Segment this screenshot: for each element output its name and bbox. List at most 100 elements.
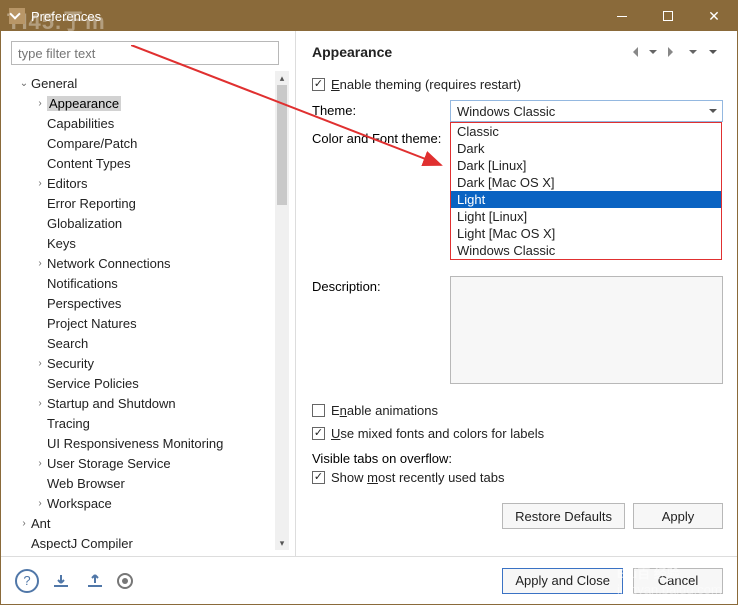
expand-icon[interactable]: ›: [33, 398, 47, 409]
export-icon[interactable]: [83, 569, 107, 593]
tree-item-label: Notifications: [47, 276, 118, 291]
preferences-tree[interactable]: ⌄General›AppearanceCapabilities Compare/P…: [11, 71, 275, 550]
tree-item[interactable]: ›Security: [15, 353, 275, 373]
tree-item[interactable]: Globalization: [15, 213, 275, 233]
tree-item[interactable]: Error Reporting: [15, 193, 275, 213]
nav-back-button[interactable]: [623, 43, 643, 61]
tree-item[interactable]: Web Browser: [15, 473, 275, 493]
tree-item[interactable]: ›Startup and Shutdown: [15, 393, 275, 413]
tree-item[interactable]: Notifications: [15, 273, 275, 293]
titlebar: Preferences ✕: [1, 1, 737, 31]
tree-item-label: Ant: [31, 516, 51, 531]
expand-icon[interactable]: ›: [33, 358, 47, 369]
scroll-down-icon[interactable]: ▾: [275, 536, 289, 550]
tree-item[interactable]: Search: [15, 333, 275, 353]
cancel-button[interactable]: Cancel: [633, 568, 723, 594]
window-controls: ✕: [599, 1, 737, 31]
tree-item-label: User Storage Service: [47, 456, 171, 471]
tree-item[interactable]: ›Editors: [15, 173, 275, 193]
enable-theming-checkbox[interactable]: [312, 78, 325, 91]
enable-theming-label: Enable theming (requires restart): [331, 77, 521, 92]
expand-icon[interactable]: ›: [33, 498, 47, 509]
tree-item-label: Compare/Patch: [47, 136, 137, 151]
tree-item[interactable]: AspectJ Compiler: [15, 533, 275, 550]
tree-item[interactable]: ›Ant: [15, 513, 275, 533]
dropdown-option[interactable]: Light [Linux]: [451, 208, 721, 225]
nav-forward-button[interactable]: [663, 43, 683, 61]
tree-item-label: Service Policies: [47, 376, 139, 391]
expand-icon[interactable]: ›: [33, 458, 47, 469]
expand-icon[interactable]: ›: [33, 178, 47, 189]
visible-tabs-heading: Visible tabs on overflow:: [312, 451, 723, 466]
dropdown-option[interactable]: Light [Mac OS X]: [451, 225, 721, 242]
oomph-icon[interactable]: [117, 573, 133, 589]
nav-forward-menu[interactable]: [683, 43, 703, 61]
tree-item-label: Workspace: [47, 496, 112, 511]
dropdown-option[interactable]: Dark: [451, 140, 721, 157]
expand-icon[interactable]: ›: [17, 518, 31, 529]
tree-item[interactable]: ›Workspace: [15, 493, 275, 513]
view-menu-button[interactable]: [703, 43, 723, 61]
tree-item-label: Security: [47, 356, 94, 371]
restore-defaults-button[interactable]: Restore Defaults: [502, 503, 625, 529]
description-row: Description:: [312, 276, 723, 384]
expand-icon[interactable]: ›: [33, 258, 47, 269]
dropdown-option[interactable]: Classic: [451, 123, 721, 140]
dropdown-option[interactable]: Dark [Mac OS X]: [451, 174, 721, 191]
close-button[interactable]: ✕: [691, 1, 737, 31]
help-icon[interactable]: ?: [15, 569, 39, 593]
tree-item[interactable]: Content Types: [15, 153, 275, 173]
tree-item-label: Web Browser: [47, 476, 125, 491]
tree-item-label: Startup and Shutdown: [47, 396, 176, 411]
minimize-button[interactable]: [599, 1, 645, 31]
tree-item[interactable]: ›User Storage Service: [15, 453, 275, 473]
maximize-button[interactable]: [645, 1, 691, 31]
dropdown-option[interactable]: Light: [451, 191, 721, 208]
dropdown-option[interactable]: Windows Classic: [451, 242, 721, 259]
scroll-up-icon[interactable]: ▴: [275, 71, 289, 85]
tree-item[interactable]: Compare/Patch: [15, 133, 275, 153]
mixed-fonts-checkbox[interactable]: [312, 427, 325, 440]
tree-item[interactable]: ›Appearance: [15, 93, 275, 113]
show-mru-row: Show most recently used tabs: [312, 470, 723, 485]
tree-wrap: ⌄General›AppearanceCapabilities Compare/P…: [11, 71, 289, 550]
arrow-right-icon: [668, 47, 678, 57]
footer: ? Apply and Close Cancel: [1, 556, 737, 604]
tree-item[interactable]: UI Responsiveness Monitoring: [15, 433, 275, 453]
enable-animations-checkbox[interactable]: [312, 404, 325, 417]
tree-item[interactable]: Project Natures: [15, 313, 275, 333]
chevron-down-icon: [649, 50, 657, 58]
vertical-scrollbar[interactable]: ▴ ▾: [275, 71, 289, 550]
arrow-left-icon: [628, 47, 638, 57]
filter-input[interactable]: [11, 41, 279, 65]
dropdown-option[interactable]: Dark [Linux]: [451, 157, 721, 174]
tree-item-label: Perspectives: [47, 296, 121, 311]
tree-item-label: Project Natures: [47, 316, 137, 331]
color-font-label: Color and Font theme:: [312, 128, 450, 146]
description-textarea[interactable]: [450, 276, 723, 384]
chevron-down-icon: [689, 50, 697, 58]
theme-label: Theme:: [312, 100, 450, 118]
tree-item[interactable]: ⌄General: [15, 73, 275, 93]
scroll-thumb[interactable]: [277, 85, 287, 205]
show-mru-checkbox[interactable]: [312, 471, 325, 484]
theme-dropdown-list[interactable]: ClassicDarkDark [Linux]Dark [Mac OS X]Li…: [450, 122, 722, 260]
import-icon[interactable]: [49, 569, 73, 593]
tree-item[interactable]: Capabilities: [15, 113, 275, 133]
enable-theming-row: Enable theming (requires restart): [312, 77, 723, 92]
tree-item[interactable]: ›Network Connections: [15, 253, 275, 273]
tree-item-label: Search: [47, 336, 88, 351]
apply-button[interactable]: Apply: [633, 503, 723, 529]
menu-icon: [709, 50, 717, 58]
tree-item[interactable]: Perspectives: [15, 293, 275, 313]
tree-item[interactable]: Tracing: [15, 413, 275, 433]
show-mru-label: Show most recently used tabs: [331, 470, 504, 485]
tree-item-label: Network Connections: [47, 256, 171, 271]
theme-select[interactable]: Windows Classic: [450, 100, 723, 122]
nav-back-menu[interactable]: [643, 43, 663, 61]
tree-item[interactable]: Service Policies: [15, 373, 275, 393]
expand-icon[interactable]: ⌄: [17, 78, 31, 89]
tree-item[interactable]: Keys: [15, 233, 275, 253]
apply-close-button[interactable]: Apply and Close: [502, 568, 623, 594]
expand-icon[interactable]: ›: [33, 98, 47, 109]
